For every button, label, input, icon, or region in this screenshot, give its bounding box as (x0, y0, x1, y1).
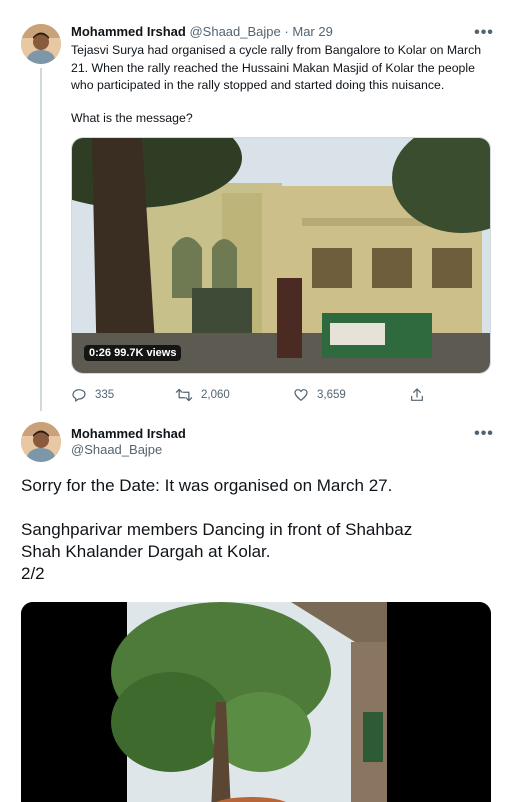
video-player[interactable] (21, 602, 491, 802)
video-player[interactable]: 0:26 99.7K views (71, 137, 491, 374)
thread-connector-line (40, 68, 42, 411)
like-count: 3,659 (317, 389, 346, 401)
display-name[interactable]: Mohammed Irshad (71, 426, 186, 442)
avatar[interactable] (21, 24, 61, 64)
tweet-text-line: Shah Khalander Dargah at Kolar. (21, 542, 271, 561)
tweet-header: Mohammed Irshad @Shaad_Bajpe · Mar 29 (71, 24, 333, 40)
display-name[interactable]: Mohammed Irshad (71, 24, 186, 39)
tweet-text-line: 2/2 (21, 564, 45, 583)
retweet-icon (175, 388, 193, 402)
tweet-text-line: Sorry for the Date: It was organised on … (21, 476, 393, 495)
like-button[interactable]: 3,659 (293, 385, 346, 405)
dot-separator: · (284, 24, 289, 39)
user-handle[interactable]: @Shaad_Bajpe (71, 442, 162, 458)
avatar[interactable] (21, 422, 61, 462)
tweet-text-line: Sanghparivar members Dancing in front of… (21, 520, 413, 539)
video-duration: 0:26 (89, 347, 112, 359)
video-duration-badge: 0:26 99.7K views (84, 345, 182, 361)
heart-icon (294, 389, 308, 401)
retweet-button[interactable]: 2,060 (175, 385, 230, 405)
tweet-question: What is the message? (71, 111, 193, 125)
tweet-date[interactable]: Mar 29 (292, 24, 332, 39)
share-icon (411, 388, 423, 401)
reply-button[interactable]: 335 (71, 385, 114, 405)
more-options-button[interactable]: ••• (474, 426, 494, 445)
video-views: 99.7K views (114, 347, 177, 359)
retweet-count: 2,060 (201, 389, 230, 401)
tweet-text: Tejasvi Surya had organised a cycle rall… (71, 43, 482, 92)
tweet-text: Sorry for the Date: It was organised on … (21, 475, 501, 585)
reply-count: 335 (95, 389, 115, 401)
user-handle[interactable]: @Shaad_Bajpe (189, 24, 280, 39)
share-button[interactable] (409, 385, 425, 405)
reply-icon (72, 389, 86, 402)
tweet-actions: 335 2,060 3,659 (71, 385, 491, 405)
